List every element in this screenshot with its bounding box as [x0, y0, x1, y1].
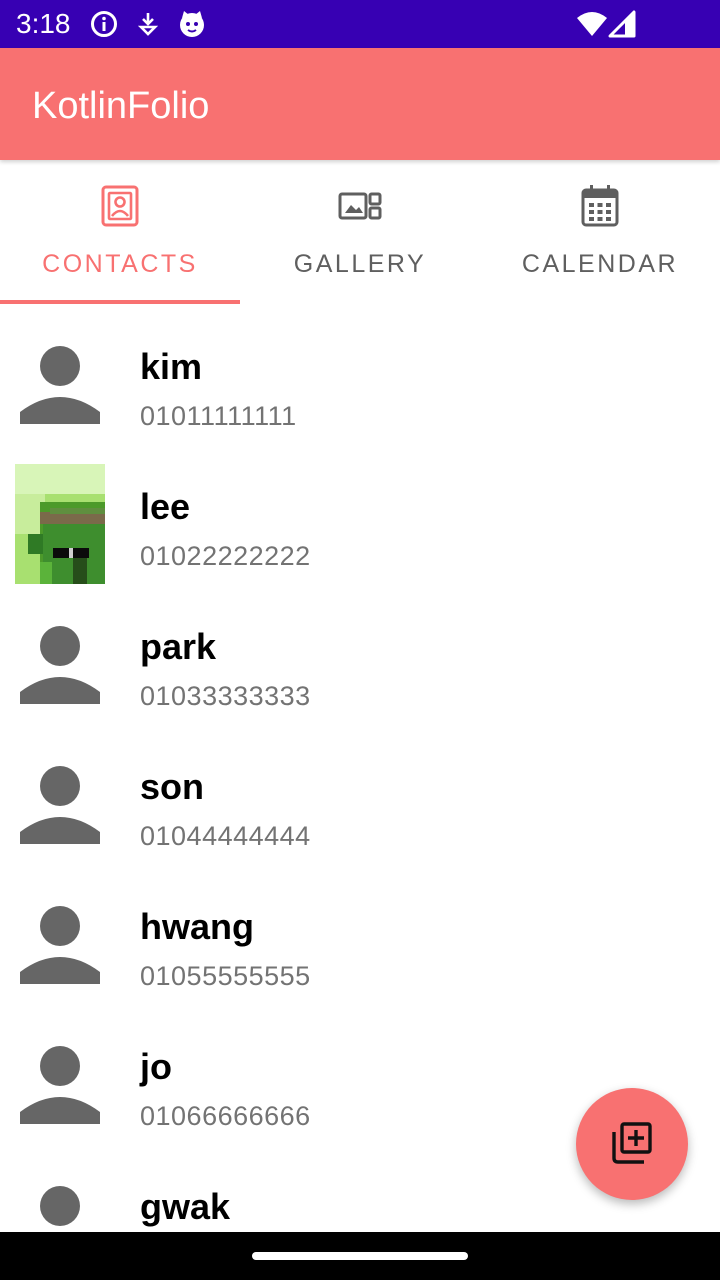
- app-bar: KotlinFolio: [0, 48, 720, 160]
- calendar-icon: [578, 184, 622, 228]
- person-icon: [15, 744, 105, 864]
- tab-contacts-label: CONTACTS: [42, 250, 198, 278]
- add-contact-button[interactable]: [576, 1088, 688, 1200]
- tab-calendar-label: CALENDAR: [521, 250, 679, 278]
- contact-name: lee: [140, 486, 191, 527]
- tab-calendar[interactable]: CALENDAR: [480, 160, 720, 304]
- person-icon: [15, 604, 105, 724]
- gallery-icon: [338, 184, 382, 228]
- contact-row[interactable]: hwang 01055555555: [0, 874, 720, 1014]
- contact-name: kim: [140, 346, 203, 387]
- contact-row[interactable]: park 01033333333: [0, 594, 720, 734]
- info-icon: [90, 10, 118, 43]
- contact-name: hwang: [140, 906, 254, 947]
- cat-icon: [178, 10, 206, 43]
- tab-contacts[interactable]: CONTACTS: [0, 160, 240, 304]
- contact-phone: 01033333333: [140, 681, 311, 711]
- signal-icon: [608, 10, 636, 43]
- contact-name: park: [140, 626, 217, 667]
- status-time: 3:18: [16, 8, 71, 39]
- contact-row[interactable]: lee 01022222222: [0, 454, 720, 594]
- person-icon: [15, 1024, 105, 1144]
- contact-phone: 01022222222: [140, 541, 311, 571]
- home-gesture-handle[interactable]: [252, 1252, 468, 1260]
- tab-bar: CONTACTS GALLERY CALENDAR: [0, 160, 720, 304]
- contact-row[interactable]: son 01044444444: [0, 734, 720, 874]
- contact-phone: 01044444444: [140, 821, 311, 851]
- contact-name: son: [140, 766, 205, 807]
- person-icon: [15, 884, 105, 1004]
- download-icon: [136, 10, 160, 43]
- contact-phone: 01055555555: [140, 961, 311, 991]
- navigation-bar: [0, 1232, 720, 1280]
- contacts-icon: [98, 184, 142, 228]
- contact-name: jo: [140, 1046, 172, 1087]
- app-title: KotlinFolio: [32, 85, 210, 127]
- add-to-library-icon: [612, 1122, 652, 1164]
- tab-gallery-label: GALLERY: [293, 250, 427, 278]
- person-icon: [15, 324, 105, 444]
- wifi-icon: [576, 10, 608, 43]
- person-icon: [15, 1164, 105, 1232]
- contact-row[interactable]: kim 01011111111: [0, 314, 720, 454]
- contact-phone: 01066666666: [140, 1101, 311, 1131]
- contact-photo: [15, 464, 105, 584]
- contact-phone: 01011111111: [140, 401, 297, 431]
- contact-name: gwak: [140, 1186, 231, 1227]
- tab-gallery[interactable]: GALLERY: [240, 160, 480, 304]
- status-bar: 3:18: [0, 0, 720, 48]
